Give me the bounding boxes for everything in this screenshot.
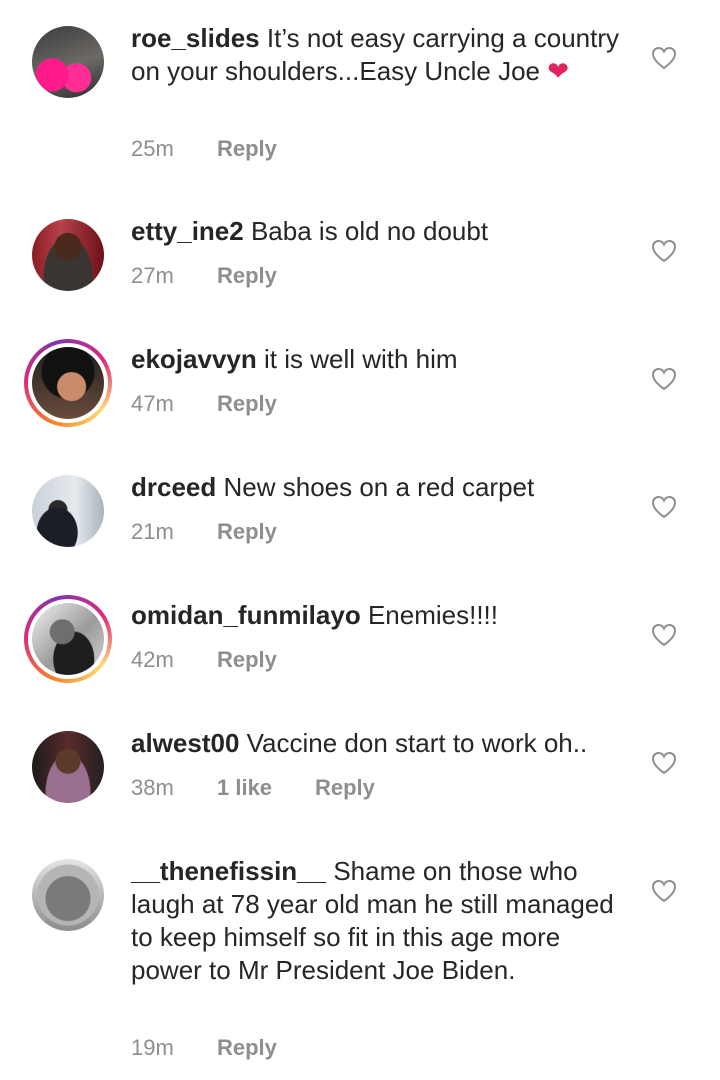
reply-button[interactable]: Reply (217, 391, 277, 417)
username[interactable]: etty_ine2 (131, 216, 244, 246)
username[interactable]: __thenefissin__ (131, 856, 326, 886)
comment-meta: 42m Reply (131, 647, 277, 673)
avatar[interactable] (24, 595, 112, 683)
avatar[interactable] (32, 26, 104, 98)
comment-text: roe_slides It’s not easy carrying a coun… (131, 22, 631, 88)
avatar-image (32, 731, 104, 803)
avatar[interactable] (32, 731, 104, 803)
like-heart-icon[interactable] (651, 495, 677, 519)
reply-button[interactable]: Reply (217, 136, 277, 162)
comment-text: etty_ine2 Baba is old no doubt (131, 215, 631, 248)
comment-meta: 38m 1 like Reply (131, 775, 375, 801)
heart-emoji: ❤ (547, 56, 570, 86)
comment-meta: 27m Reply (131, 263, 277, 289)
timestamp: 38m (131, 775, 174, 800)
timestamp: 21m (131, 519, 174, 544)
like-heart-icon[interactable] (651, 46, 677, 70)
username[interactable]: alwest00 (131, 728, 239, 758)
comment-meta: 47m Reply (131, 391, 277, 417)
comment-text: ekojavvyn it is well with him (131, 343, 631, 376)
username[interactable]: ekojavvyn (131, 344, 257, 374)
avatar[interactable] (32, 475, 104, 547)
comment-body: it is well with him (263, 344, 458, 374)
avatar-image (32, 859, 104, 931)
timestamp: 25m (131, 136, 174, 161)
avatar[interactable] (24, 339, 112, 427)
comment-meta: 19m Reply (131, 1035, 277, 1061)
comment-text: __thenefissin__ Shame on those who laugh… (131, 855, 631, 987)
avatar[interactable] (32, 219, 104, 291)
comment-body: Enemies!!!! (367, 600, 498, 630)
reply-button[interactable]: Reply (217, 519, 277, 545)
avatar-image (32, 603, 104, 675)
timestamp: 19m (131, 1035, 174, 1060)
like-heart-icon[interactable] (651, 879, 677, 903)
username[interactable]: omidan_funmilayo (131, 600, 361, 630)
comment-text: alwest00 Vaccine don start to work oh.. (131, 727, 631, 760)
avatar-image (32, 26, 104, 98)
username[interactable]: drceed (131, 472, 216, 502)
username[interactable]: roe_slides (131, 23, 260, 53)
like-count-button[interactable]: 1 like (217, 775, 315, 801)
reply-button[interactable]: Reply (217, 263, 277, 289)
reply-button[interactable]: Reply (217, 1035, 277, 1061)
timestamp: 42m (131, 647, 174, 672)
comment-body: New shoes on a red carpet (223, 472, 535, 502)
comment-body: Vaccine don start to work oh.. (246, 728, 588, 758)
reply-button[interactable]: Reply (217, 647, 277, 673)
comment-text: drceed New shoes on a red carpet (131, 471, 631, 504)
like-heart-icon[interactable] (651, 367, 677, 391)
like-heart-icon[interactable] (651, 239, 677, 263)
avatar[interactable] (32, 859, 104, 931)
avatar-image (32, 347, 104, 419)
like-heart-icon[interactable] (651, 751, 677, 775)
timestamp: 47m (131, 391, 174, 416)
timestamp: 27m (131, 263, 174, 288)
comment-text: omidan_funmilayo Enemies!!!! (131, 599, 631, 632)
like-heart-icon[interactable] (651, 623, 677, 647)
reply-button[interactable]: Reply (315, 775, 375, 801)
comment-meta: 21m Reply (131, 519, 277, 545)
comment-meta: 25m Reply (131, 136, 277, 162)
avatar-image (32, 219, 104, 291)
comment-body: Baba is old no doubt (250, 216, 489, 246)
avatar-image (32, 475, 104, 547)
